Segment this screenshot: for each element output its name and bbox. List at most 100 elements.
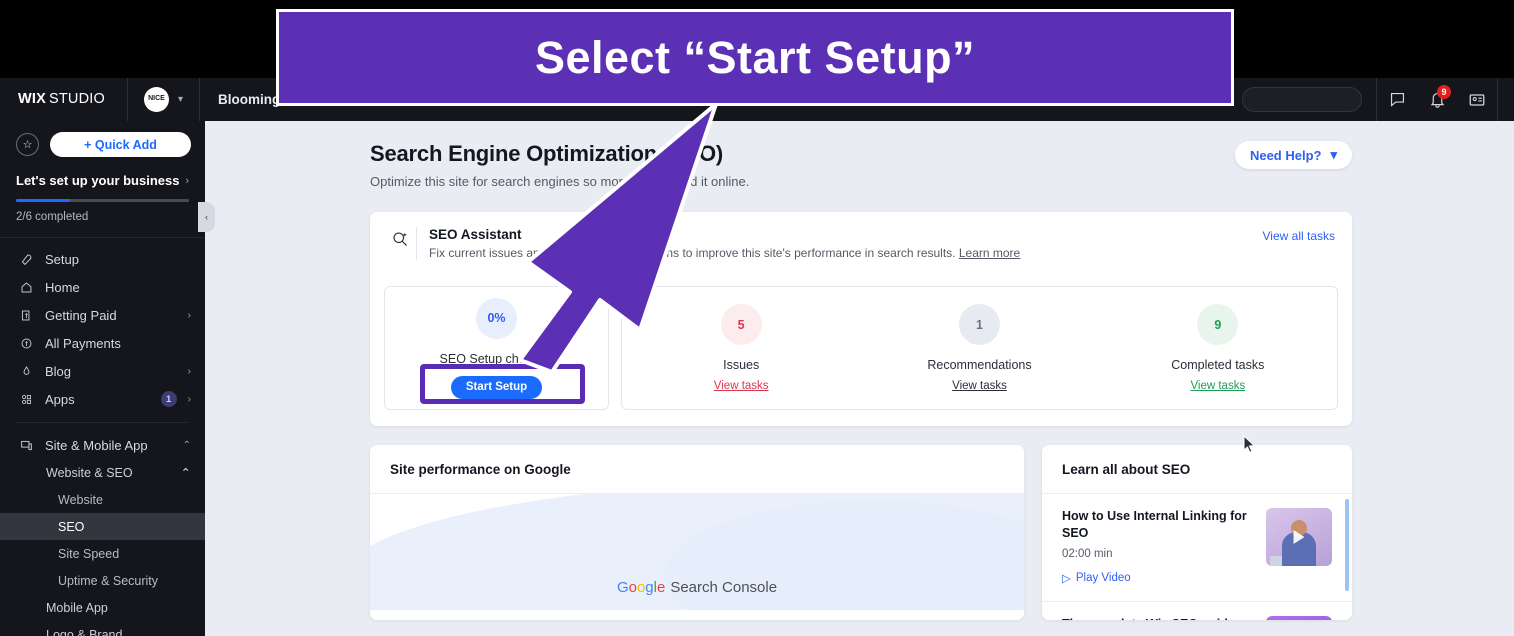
video-thumbnail[interactable] xyxy=(1266,615,1332,620)
need-help-button[interactable]: Need Help? ▾ xyxy=(1234,141,1352,169)
main-content: Search Engine Optimization (SEO) Optimiz… xyxy=(205,121,1514,636)
google-search-console-placeholder: Google Search Console xyxy=(370,494,1024,610)
sidebar-item-website-and-seo[interactable]: Website & SEO ⌃ xyxy=(0,459,205,486)
google-search-console-logo: Google Search Console xyxy=(370,579,1024,596)
setup-title: Let's set up your business xyxy=(16,173,180,188)
sidebar-item-mobile-app[interactable]: Mobile App xyxy=(0,594,205,621)
setup-progress-block[interactable]: Let's set up your business › 2/6 complet… xyxy=(0,169,205,238)
sidebar-item-label: Apps xyxy=(45,391,75,407)
sidebar-item-label: Setup xyxy=(45,251,79,267)
progress-bar xyxy=(16,199,189,202)
sidebar-item-label: Site Speed xyxy=(58,546,120,561)
sidebar-item-website[interactable]: Website xyxy=(0,486,205,513)
sidebar-item-setup[interactable]: Setup xyxy=(0,245,205,273)
monitor-icon xyxy=(19,439,34,452)
sidebar-item-label: Blog xyxy=(45,363,72,379)
list-item[interactable]: How to Use Internal Linking for SEO 02:0… xyxy=(1042,494,1352,602)
sidebar-item-uptime-security[interactable]: Uptime & Security xyxy=(0,567,205,594)
logo-letter: g xyxy=(645,579,654,596)
quick-add-row: ☆ + Quick Add xyxy=(0,121,205,169)
screenshot-root: WIX STUDIO NICE ▾ Blooming Bliss ▾ xyxy=(0,0,1514,636)
sidebar-item-label: Website & SEO xyxy=(46,465,133,480)
page-header: Search Engine Optimization (SEO) Optimiz… xyxy=(370,141,1352,189)
chat-icon[interactable] xyxy=(1377,78,1417,121)
sidebar-item-seo[interactable]: SEO xyxy=(0,513,205,540)
need-help-label: Need Help? xyxy=(1249,147,1322,163)
bottom-panels: Site performance on Google Google Search… xyxy=(370,445,1352,620)
sidebar-item-blog[interactable]: Blog › xyxy=(0,357,205,385)
task-stats-card: 5 Issues View tasks 1 Recommendations Vi… xyxy=(621,286,1338,410)
sidebar-item-all-payments[interactable]: All Payments xyxy=(0,329,205,357)
apps-icon xyxy=(19,393,34,406)
stat-issues: 5 Issues View tasks xyxy=(622,304,860,392)
invoice-icon xyxy=(19,309,34,322)
issues-view-tasks-link[interactable]: View tasks xyxy=(714,380,769,392)
sidebar-item-label: All Payments xyxy=(45,335,121,351)
wix-studio-logo[interactable]: WIX STUDIO xyxy=(0,78,127,121)
divider xyxy=(1497,78,1498,121)
sidebar-item-label: Site & Mobile App xyxy=(45,437,148,453)
pen-icon xyxy=(19,365,34,378)
sidebar-item-label: SEO xyxy=(58,519,85,534)
sidebar-item-site-mobile-app[interactable]: Site & Mobile App ⌃ xyxy=(0,431,205,459)
issues-bubble: 5 xyxy=(720,304,762,345)
assistant-title: SEO Assistant xyxy=(429,227,522,242)
recommendations-bubble: 1 xyxy=(958,304,1000,345)
start-setup-highlight-box xyxy=(420,364,585,404)
chevron-up-icon: ⌃ xyxy=(182,439,191,451)
quick-add-button[interactable]: + Quick Add xyxy=(50,132,191,157)
sidebar-item-label: Home xyxy=(45,279,80,295)
play-video-label: Play Video xyxy=(1075,571,1131,584)
recommendations-label: Recommendations xyxy=(927,358,1032,372)
checklist-percent: 0% xyxy=(487,311,506,325)
avatar: NICE xyxy=(143,87,169,112)
notification-badge: 9 xyxy=(1437,85,1451,99)
page-title: Search Engine Optimization (SEO) xyxy=(370,141,723,166)
home-icon xyxy=(19,281,34,294)
sidebar-item-label: Logo & Brand xyxy=(46,627,123,636)
divider xyxy=(16,422,189,423)
instruction-banner: Select “Start Setup” xyxy=(276,9,1234,106)
recommendations-view-tasks-link[interactable]: View tasks xyxy=(952,380,1007,392)
list-item[interactable]: The complete Wix SEO guide: xyxy=(1042,602,1352,620)
sidebar-item-home[interactable]: Home xyxy=(0,273,205,301)
assistant-description: Fix current issues and follow recommenda… xyxy=(429,246,956,260)
chevron-right-icon: › xyxy=(187,365,191,377)
sidebar-item-label: Getting Paid xyxy=(45,307,117,323)
logo-letter: e xyxy=(656,579,666,596)
bell-icon[interactable]: 9 xyxy=(1417,78,1457,121)
scrollbar[interactable] xyxy=(1345,499,1349,591)
play-video-link[interactable]: ▷ Play Video xyxy=(1062,571,1252,585)
sidebar-item-apps[interactable]: Apps 1 › xyxy=(0,385,205,413)
contacts-icon[interactable] xyxy=(1457,78,1497,121)
video-title: How to Use Internal Linking for SEO xyxy=(1062,509,1247,540)
sidebar-item-logo-brand[interactable]: Logo & Brand xyxy=(0,621,205,636)
view-all-tasks-link[interactable]: View all tasks xyxy=(1263,227,1335,243)
search-input[interactable] xyxy=(1242,87,1362,112)
progress-bubble: 0% xyxy=(476,297,517,339)
top-bar-actions: 9 xyxy=(1242,78,1514,121)
account-selector[interactable]: NICE ▾ xyxy=(128,78,199,121)
search-console-text: Search Console xyxy=(670,579,778,596)
video-duration: 02:00 min xyxy=(1062,547,1113,560)
performance-title: Site performance on Google xyxy=(370,445,1024,494)
learn-title: Learn all about SEO xyxy=(1042,445,1352,494)
completed-label: Completed tasks xyxy=(1171,358,1265,372)
issues-label: Issues xyxy=(723,358,760,372)
site-performance-panel: Site performance on Google Google Search… xyxy=(370,445,1024,620)
completed-view-tasks-link[interactable]: View tasks xyxy=(1190,380,1245,392)
seo-assistant-icon xyxy=(387,227,414,249)
play-icon: ▷ xyxy=(1062,572,1071,585)
video-thumbnail[interactable] xyxy=(1266,508,1332,566)
sidebar-collapse-button[interactable]: ‹ xyxy=(198,202,215,232)
chevron-down-icon: ▾ xyxy=(1330,147,1337,162)
sidebar-item-site-speed[interactable]: Site Speed xyxy=(0,540,205,567)
chevron-up-icon: ⌃ xyxy=(180,466,191,480)
learn-more-link[interactable]: Learn more xyxy=(959,246,1020,260)
sidebar-item-label: Mobile App xyxy=(46,600,108,615)
logo-letter: G xyxy=(616,579,629,596)
chevron-down-icon: ▾ xyxy=(177,94,184,105)
chevron-right-icon: › xyxy=(187,393,191,405)
star-icon[interactable]: ☆ xyxy=(16,133,39,156)
sidebar-item-getting-paid[interactable]: Getting Paid › xyxy=(0,301,205,329)
